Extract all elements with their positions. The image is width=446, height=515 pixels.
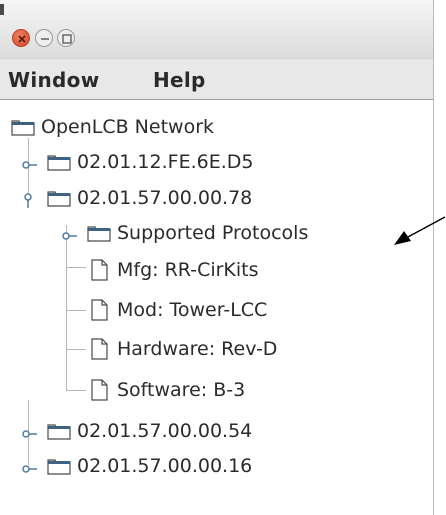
annotation-arrow-icon (394, 216, 446, 245)
expand-handle-icon[interactable] (22, 425, 37, 438)
folder-icon (44, 454, 74, 478)
tree-node-supported-protocols[interactable]: Supported Protocols (84, 216, 308, 250)
tree-node-label: 02.01.57.00.00.54 (77, 420, 253, 442)
tree-node-label: OpenLCB Network (41, 116, 215, 138)
tree-node-02-01-57-00-00-78[interactable]: 02.01.57.00.00.78 (44, 181, 252, 215)
menu-bar: Window Help (0, 58, 433, 100)
tree-leaf-label: Mfg: RR-CirKits (117, 259, 259, 281)
file-icon (84, 258, 114, 282)
menu-window[interactable]: Window (8, 68, 100, 92)
folder-icon (8, 115, 38, 139)
tree-node-label: 02.01.57.00.00.78 (77, 187, 253, 209)
minimize-icon (41, 38, 49, 40)
expand-handle-icon[interactable] (22, 460, 37, 473)
tree-leaf-software[interactable]: Software: B-3 (84, 373, 245, 407)
folder-icon (84, 221, 114, 245)
tree-node-label: Supported Protocols (117, 222, 309, 244)
tree-node-label: 02.01.12.FE.6E.D5 (77, 151, 254, 173)
folder-icon (44, 150, 74, 174)
tree-node-label: 02.01.57.00.00.16 (77, 455, 253, 477)
expand-handle-icon[interactable] (22, 156, 37, 169)
tree-leaf-mod[interactable]: Mod: Tower-LCC (84, 293, 267, 327)
tree-node-02-01-57-00-00-54[interactable]: 02.01.57.00.00.54 (44, 414, 252, 448)
file-icon (84, 378, 114, 402)
tree-connector (66, 267, 86, 268)
folder-icon (44, 419, 74, 443)
expand-handle-icon[interactable] (62, 227, 77, 240)
window-corner-mark (0, 4, 4, 15)
close-icon (18, 35, 26, 43)
tree-connector (66, 349, 86, 350)
application-window: Window Help OpenLCB Network 02.01.12.FE.… (0, 0, 434, 515)
collapse-handle-icon[interactable] (22, 192, 37, 208)
maximize-icon (62, 34, 72, 44)
tree-leaf-label: Mod: Tower-LCC (117, 299, 268, 321)
tree-node-02-01-57-00-00-16[interactable]: 02.01.57.00.00.16 (44, 449, 252, 483)
network-tree: OpenLCB Network 02.01.12.FE.6E.D5 02.01.… (0, 100, 433, 515)
close-button[interactable] (12, 29, 30, 47)
minimize-button[interactable] (35, 29, 53, 47)
tree-leaf-mfg[interactable]: Mfg: RR-CirKits (84, 253, 259, 287)
menu-help[interactable]: Help (153, 68, 206, 92)
tree-node-02-01-12-fe-6e-d5[interactable]: 02.01.12.FE.6E.D5 (44, 145, 253, 179)
tree-leaf-label: Hardware: Rev-D (117, 338, 278, 360)
tree-connector (66, 310, 86, 311)
tree-connector (66, 225, 67, 390)
tree-leaf-label: Software: B-3 (117, 379, 246, 401)
tree-leaf-hardware[interactable]: Hardware: Rev-D (84, 332, 277, 366)
tree-connector (66, 390, 86, 391)
maximize-button[interactable] (57, 29, 75, 47)
tree-node-root[interactable]: OpenLCB Network (8, 110, 214, 144)
file-icon (84, 337, 114, 361)
folder-icon (44, 186, 74, 210)
file-icon (84, 298, 114, 322)
title-bar[interactable] (0, 0, 433, 58)
